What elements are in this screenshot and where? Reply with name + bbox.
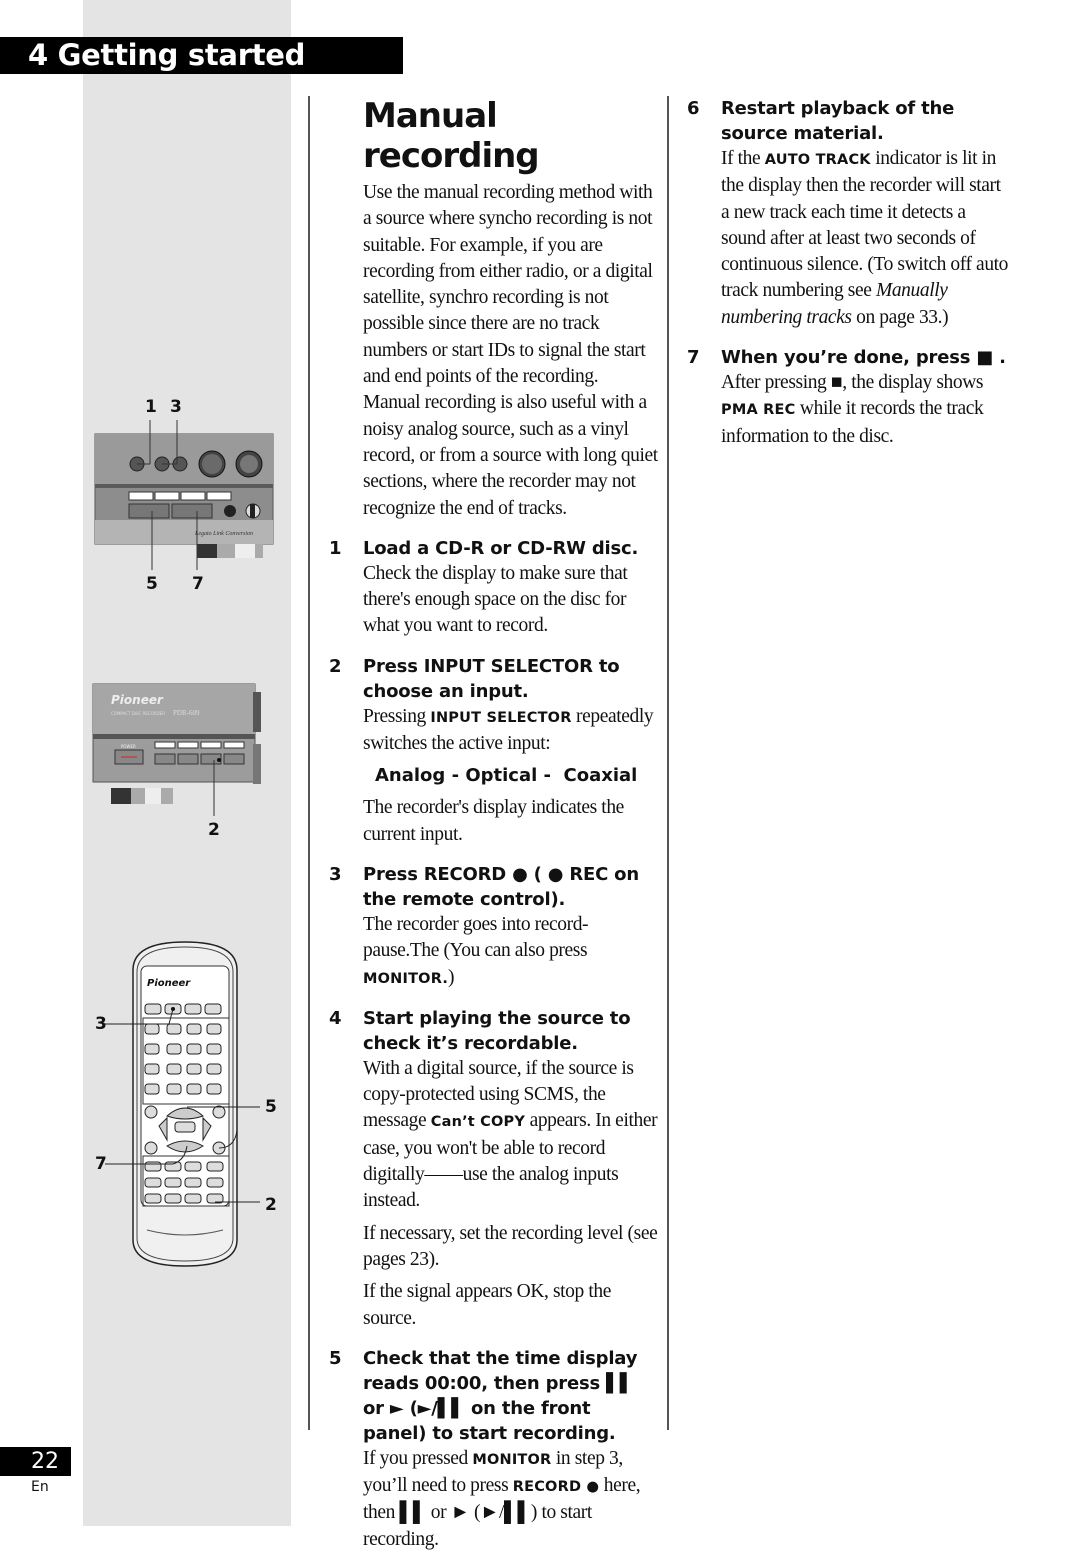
callout-3: 3 <box>170 397 182 417</box>
middle-column: Manual recording Use the manual recordin… <box>309 96 659 1553</box>
step-body: With a digital source, if the source is … <box>363 1057 658 1212</box>
step-number: 2 <box>329 655 342 677</box>
deck-brand: Pioneer <box>111 693 164 707</box>
keyword-monitor: MONITOR. <box>363 970 449 987</box>
step-body: If you pressed MONITOR in step 3, you’ll… <box>363 1447 641 1550</box>
step-7: 7 When you’re done, press ■ . After pres… <box>667 345 1012 450</box>
step-body: Pressing INPUT SELECTOR repeatedly switc… <box>363 705 654 755</box>
right-column: 6 Restart playback of the source materia… <box>667 96 1012 450</box>
callout-remote-3: 3 <box>95 1014 107 1034</box>
keyword-pma-rec: PMA REC <box>721 402 796 419</box>
step-body: After pressing ■, the display shows PMA … <box>721 372 984 447</box>
deck-brand-text: Legato Link Conversion <box>194 531 253 537</box>
step-4: 4 Start playing the source to check it’s… <box>309 1006 659 1332</box>
step-heading: Load a CD-R or CD-RW disc. <box>363 537 639 559</box>
deck-model: PDR-609 <box>173 709 200 717</box>
callout-1: 1 <box>145 397 157 417</box>
intro-paragraph: Use the manual recording method with a s… <box>363 182 658 519</box>
keyword-cant-copy: Can’t COPY <box>430 1114 526 1131</box>
deck-stop-button <box>171 503 213 519</box>
step-heading: When you’re done, press ■ . <box>721 347 1006 369</box>
step-6: 6 Restart playback of the source materia… <box>667 96 1012 331</box>
step-number: 6 <box>687 98 700 119</box>
callout-remote-5: 5 <box>265 1097 277 1117</box>
step-note: If necessary, set the recording level (s… <box>363 1222 658 1270</box>
callout-5: 5 <box>146 574 158 594</box>
step-number: 5 <box>329 1347 342 1369</box>
page-number: 22 <box>31 1449 59 1474</box>
page-number-box: 22 <box>0 1447 71 1476</box>
callout-2: 2 <box>208 820 220 840</box>
deck-front-drawing: Pioneer COMPACT DISC RECORDER PDR-609 PO… <box>92 683 261 816</box>
step-heading: Restart playback of the source material. <box>721 98 955 144</box>
callout-7: 7 <box>192 574 204 594</box>
step-heading: Press RECORD ● ( ● REC on the remote con… <box>363 863 639 910</box>
step-number: 1 <box>329 537 342 559</box>
step-body: The recorder goes into record-pause.The … <box>363 913 589 988</box>
deck-subtitle: COMPACT DISC RECORDER <box>111 711 165 716</box>
keyword-monitor: MONITOR <box>472 1451 552 1468</box>
keyword-record: RECORD ● <box>512 1479 600 1496</box>
deck-power-label: POWER <box>121 744 136 749</box>
step-heading: Press INPUT SELECTOR to choose an input. <box>363 655 620 702</box>
input-sequence: Analog - Optical - Coaxial <box>375 765 638 787</box>
step-2: 2 Press INPUT SELECTOR to choose an inpu… <box>309 654 659 848</box>
deck-play-pause-button <box>128 503 170 519</box>
keyword-auto-track: AUTO TRACK <box>764 152 871 168</box>
step-1: 1 Load a CD-R or CD-RW disc. Check the d… <box>309 536 659 640</box>
keyword-input-selector: INPUT SELECTOR <box>430 709 572 726</box>
step-body: Check the display to make sure that ther… <box>363 562 628 637</box>
chapter-header-bar: 4 Getting started <box>0 37 403 74</box>
step-heading: Check that the time display reads 00:00,… <box>363 1347 638 1444</box>
chapter-title: 4 Getting started <box>28 38 306 72</box>
step-3: 3 Press RECORD ● ( ● REC on the remote c… <box>309 862 659 992</box>
remote-brand: Pioneer <box>147 978 191 989</box>
step-number: 4 <box>329 1007 342 1029</box>
step-number: 7 <box>687 347 700 369</box>
remote-drawing: Pioneer <box>105 941 260 1267</box>
callout-remote-2: 2 <box>265 1195 277 1215</box>
remote-enter-button <box>174 1121 196 1133</box>
step-number: 3 <box>329 863 342 885</box>
step-body: If the AUTO TRACK indicator is lit in th… <box>721 148 1009 328</box>
step-note: The recorder's display indicates the cur… <box>363 797 624 845</box>
step-5: 5 Check that the time display reads 00:0… <box>309 1346 659 1553</box>
step-heading: Start playing the source to check it’s r… <box>363 1007 631 1054</box>
step-note: If the signal appears OK, stop the sourc… <box>363 1281 611 1329</box>
deck-phones-jack <box>224 505 236 517</box>
language-code: En <box>31 1479 49 1495</box>
page-title: Manual recording <box>363 96 540 176</box>
deck-top-drawing: Legato Link Conversion <box>94 420 274 570</box>
callout-remote-7: 7 <box>95 1154 107 1174</box>
